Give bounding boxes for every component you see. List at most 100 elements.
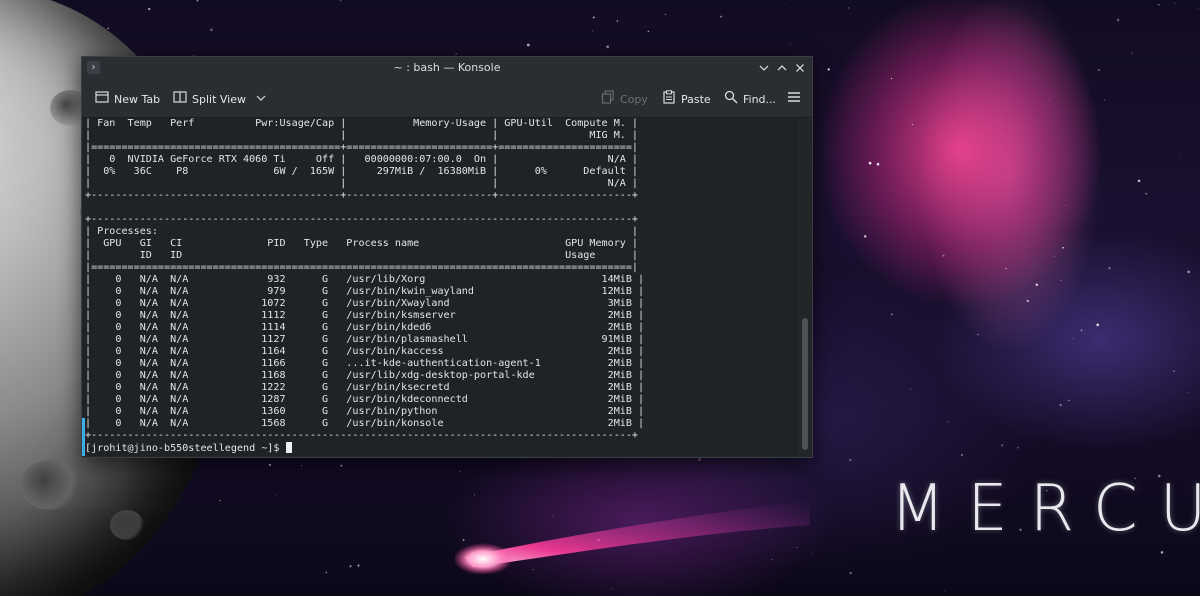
star [219,499,221,502]
star [210,28,213,32]
star [1180,157,1181,159]
terminal-line: | 0 N/A N/A 979 G /usr/bin/kwin_wayland … [85,286,645,297]
star [1059,404,1062,407]
star [1197,8,1199,9]
star [1158,3,1160,6]
hamburger-menu-icon [787,90,801,110]
star [196,0,199,2]
star [1137,179,1141,183]
scrollbar-thumb[interactable] [802,318,808,450]
star [1060,279,1062,282]
star [1035,283,1039,286]
star [849,458,852,462]
star [1145,192,1147,195]
close-icon[interactable] [792,60,808,76]
terminal-output: | Fan Temp Perf Pwr:Usage/Cap | Memory-U… [85,118,644,442]
star [455,53,458,55]
terminal-line: | 0 N/A N/A 932 G /usr/lib/Xorg 14MiB | [85,274,645,285]
terminal-line: | | | N/A | [85,178,639,189]
terminal-line: | ID ID Usage | [85,250,639,261]
star [1188,392,1190,394]
terminal-line: | 0 N/A N/A 1127 G /usr/bin/plasmashell … [85,334,645,345]
paste-button[interactable]: Paste [662,90,711,108]
star [174,579,176,580]
star [606,45,609,49]
star [592,30,594,32]
terminal-line: |=======================================… [85,262,639,273]
star [1096,323,1100,327]
star [1104,99,1106,101]
star [977,333,979,336]
star [1001,444,1004,447]
star [848,7,850,9]
crater [20,460,80,510]
copy-icon [601,90,615,110]
terminal-line: | 0 N/A N/A 1222 G /usr/bin/ksecretd 2Mi… [85,382,645,393]
find-label: Find... [743,93,777,106]
terminal-view[interactable]: | Fan Temp Perf Pwr:Usage/Cap | Memory-U… [82,118,798,456]
terminal-line: | 0 N/A N/A 1164 G /usr/bin/kaccess 2MiB… [85,346,645,357]
star [790,43,791,45]
terminal-line: |=======================================… [85,142,639,153]
terminal-line: | 0 N/A N/A 1072 G /usr/bin/Xwayland 3Mi… [85,298,645,309]
new-tab-label: New Tab [114,93,161,106]
star [876,162,880,166]
star [339,0,342,1]
star [849,572,852,575]
star [868,161,872,165]
new-tab-button[interactable]: New Tab [95,90,160,108]
terminal-scrollbar[interactable] [798,118,812,456]
window-titlebar[interactable]: › ~ : bash — Konsole [82,57,812,80]
star [1187,270,1190,274]
terminal-prompt-line[interactable]: [jrohit@jino-b550steellegend ~]$ [85,442,292,455]
star [827,68,830,71]
star [1072,338,1074,340]
star [275,494,277,496]
star [1058,429,1060,431]
star [1054,255,1055,257]
copy-button[interactable]: Copy [601,90,648,108]
crater [110,510,144,540]
star [268,463,271,466]
shell-prompt: [jrohit@jino-b550steellegend ~]$ [85,443,286,454]
star [1108,266,1111,270]
find-button[interactable]: Find... [724,90,776,108]
terminal-line: | 0% 36C P8 6W / 165W | 297MiB / 16380Mi… [85,166,639,177]
star [1065,204,1067,206]
star [1174,2,1176,4]
star [1116,18,1120,22]
star [863,235,867,238]
split-view-button[interactable]: Split View [173,90,271,108]
terminal-line: +---------------------------------------… [85,214,639,225]
terminal-line: | 0 N/A N/A 1166 G ...it-kde-authenticat… [85,358,645,369]
konsole-window[interactable]: › ~ : bash — Konsole New Tab Split View [81,56,813,458]
star [325,571,328,574]
star [340,464,343,467]
star [1068,399,1070,402]
minimize-icon[interactable] [756,60,772,76]
search-icon [724,90,738,110]
maximize-icon[interactable] [774,60,790,76]
star [890,313,893,316]
star [1097,68,1100,71]
star [1005,267,1007,270]
chevron-down-icon[interactable] [256,91,266,109]
window-title: ~ : bash — Konsole [393,61,501,74]
star [1026,299,1029,303]
terminal-line: | 0 NVIDIA GeForce RTX 4060 Ti Off | 000… [85,154,639,165]
terminal-line: +---------------------------------------… [85,190,639,201]
comet-art [455,500,810,575]
star [960,453,964,457]
star [664,13,667,16]
star [1173,370,1175,372]
hamburger-menu-button[interactable] [787,90,806,108]
star [301,465,303,467]
star [1160,551,1164,554]
star [1017,446,1019,449]
paste-icon [662,90,676,110]
terminal-line: | 0 N/A N/A 1168 G /usr/lib/xdg-desktop-… [85,370,645,381]
star [942,254,945,257]
star [148,7,151,11]
star [349,565,352,568]
